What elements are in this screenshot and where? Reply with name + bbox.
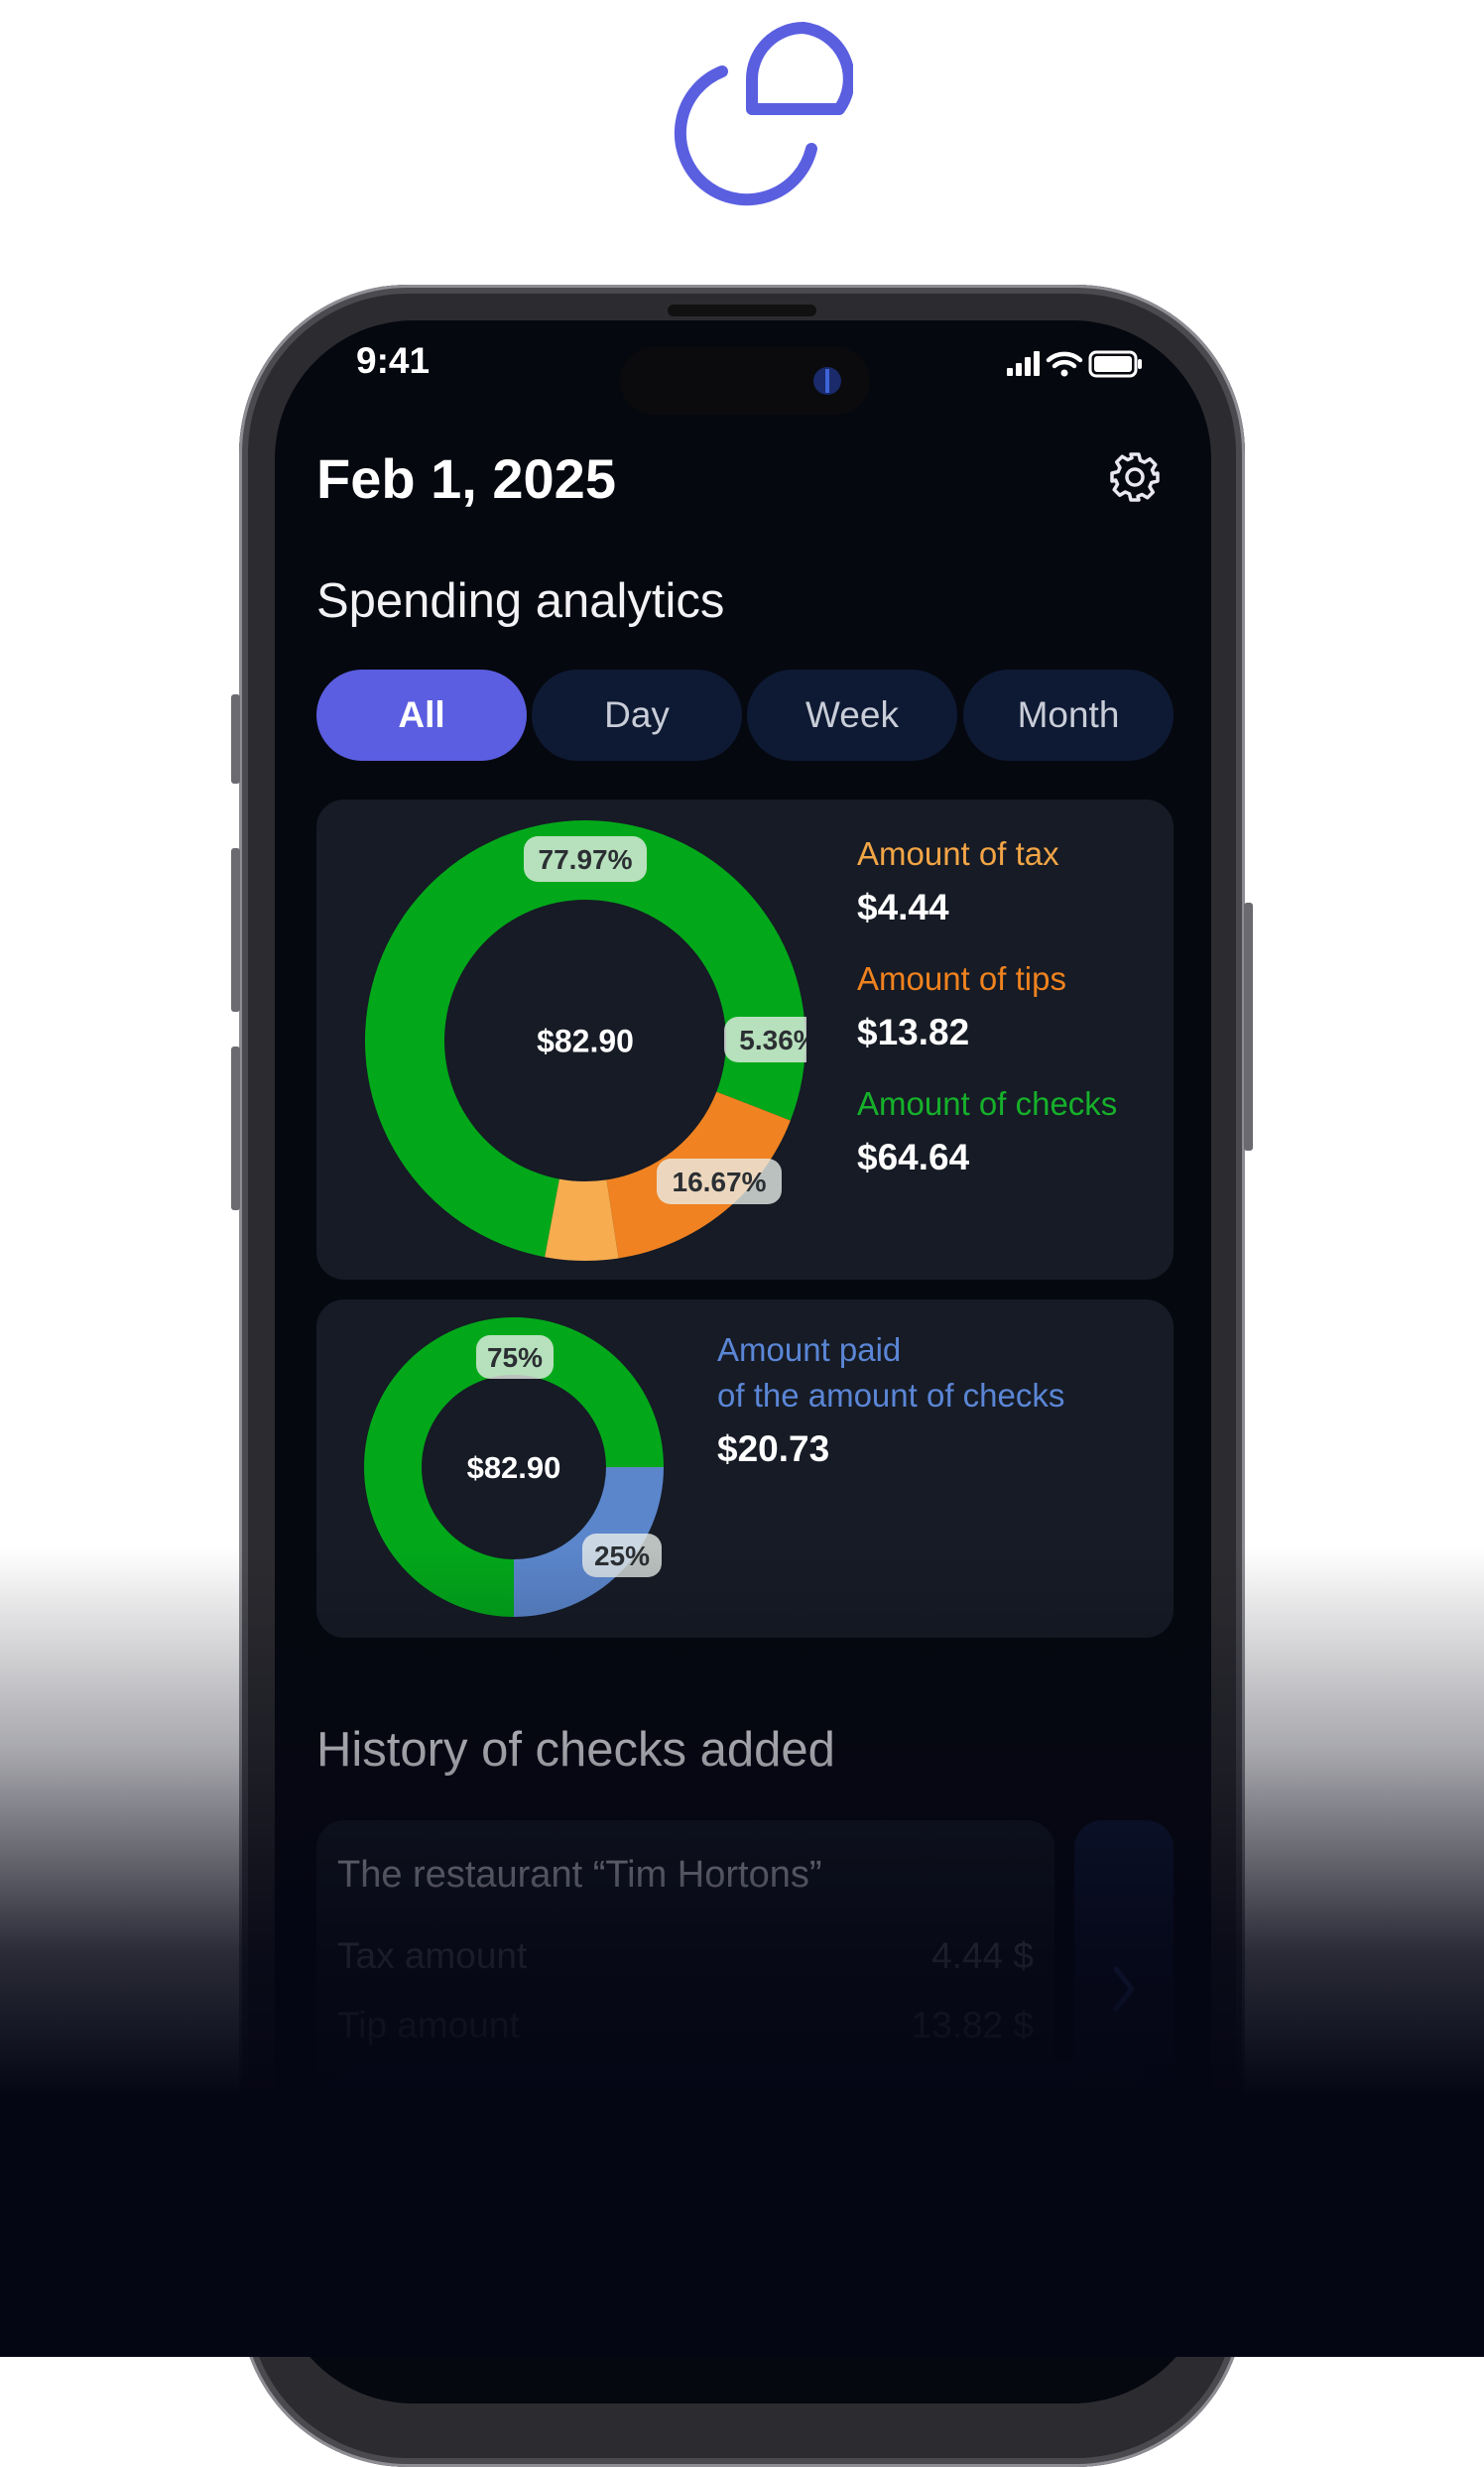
gear-icon[interactable] xyxy=(1108,450,1162,504)
date-title: Feb 1, 2025 xyxy=(316,447,616,510)
slice-label-1: 16.67% xyxy=(673,1167,767,1197)
tab-day[interactable]: Day xyxy=(532,670,742,761)
arrow-right-icon xyxy=(1081,2108,1131,2146)
period-tabs: All Day Week Month xyxy=(316,670,1174,761)
slice-label-0: 75% xyxy=(487,1342,543,1373)
legend-value-paid: $20.73 xyxy=(717,1428,830,1469)
status-time: 9:41 xyxy=(356,340,431,381)
tab-month[interactable]: Month xyxy=(963,670,1174,761)
section-title: Spending analytics xyxy=(316,574,725,628)
speaker-grille xyxy=(668,305,816,316)
phone-screen: 9:41 Feb 1, 2025 Spending analytics All … xyxy=(275,320,1211,2404)
donut-center-label: $82.90 xyxy=(467,1450,561,1485)
legend-label-tax: Amount of tax xyxy=(857,835,1059,872)
cta-arrow-button[interactable] xyxy=(1052,2073,1160,2180)
spending-donut-chart: $82.90 77.97% 16.67% 5.36% xyxy=(365,820,806,1261)
camera-indicator-icon xyxy=(813,367,841,395)
battery-icon xyxy=(1088,350,1142,378)
check-name: The restaurant “Tim Hortons” xyxy=(337,1854,822,1896)
paid-donut-chart: $82.90 75% 25% xyxy=(364,1317,664,1617)
paid-amount-card: $82.90 75% 25% Amount paid of the amount o… xyxy=(316,1299,1174,1638)
tip-amount-value: 13.82 $ xyxy=(911,2005,1034,2045)
tab-all[interactable]: All xyxy=(316,670,527,761)
slice-label-0: 77.97% xyxy=(539,844,633,875)
side-button xyxy=(1244,903,1253,1151)
spending-breakdown-card: $82.90 77.97% 16.67% 5.36% Amount of tax $4… xyxy=(316,800,1174,1280)
side-button xyxy=(231,848,240,1012)
app-logo-icon xyxy=(674,22,853,206)
legend-label-tips: Amount of tips xyxy=(857,960,1066,997)
tab-week[interactable]: Week xyxy=(747,670,957,761)
slice-label-2: 5.36% xyxy=(739,1025,806,1055)
tip-amount-label: Tip amount xyxy=(337,2005,520,2045)
create-check-label: Click to create the check! xyxy=(358,2103,802,2147)
history-title: History of checks added xyxy=(316,1723,835,1777)
signal-icon xyxy=(1007,351,1040,376)
legend-value-tax: $4.44 xyxy=(857,887,949,927)
status-icons xyxy=(1007,350,1142,378)
create-check-button[interactable]: Click to create the check! xyxy=(316,2061,1174,2192)
legend-label-paid-line2: of the amount of checks xyxy=(717,1377,1065,1414)
side-button xyxy=(231,694,240,784)
slice-label-1: 25% xyxy=(594,1541,650,1571)
legend-label-paid-line1: Amount paid xyxy=(717,1331,902,1368)
side-button xyxy=(231,1047,240,1210)
tax-amount-label: Tax amount xyxy=(337,1935,528,1976)
wifi-icon xyxy=(1046,351,1083,377)
legend-label-checks: Amount of checks xyxy=(857,1085,1118,1122)
legend-value-checks: $64.64 xyxy=(857,1137,970,1177)
legend-value-tips: $13.82 xyxy=(857,1012,970,1052)
donut-center-label: $82.90 xyxy=(537,1024,634,1059)
tax-amount-value: 4.44 $ xyxy=(931,1935,1034,1976)
